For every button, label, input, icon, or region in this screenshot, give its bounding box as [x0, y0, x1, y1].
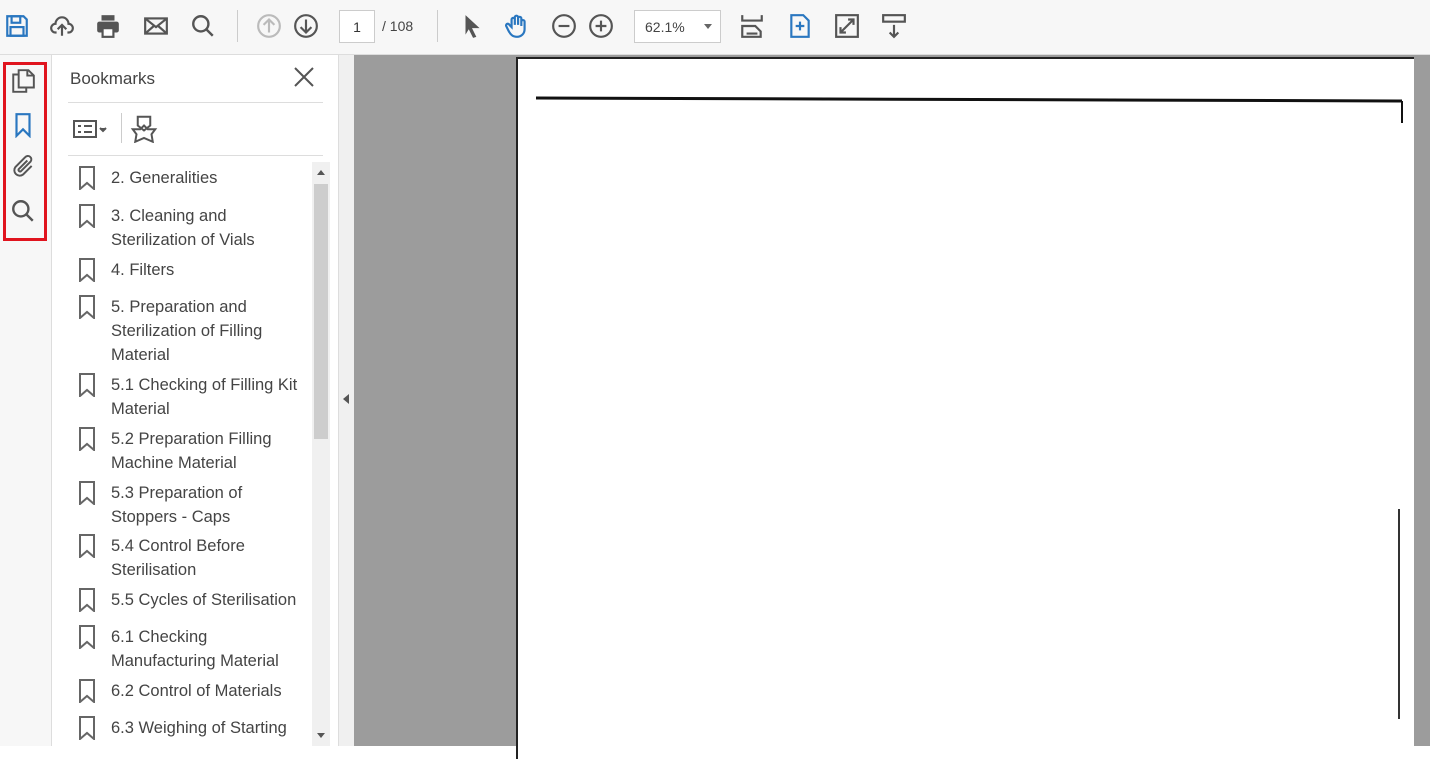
bookmark-label: 5.5 Cycles of Sterilisation	[111, 591, 297, 609]
bookmark-label: 5.1 Checking of Filling Kit Material	[111, 376, 298, 418]
bookmark-icon	[79, 588, 95, 612]
divider	[68, 155, 323, 156]
bookmark-item[interactable]: 5.4 Control Before Sterilisation	[78, 534, 308, 582]
bookmark-label: 5. Preparation and Sterilization of Fill…	[111, 298, 263, 364]
save-icon[interactable]	[2, 10, 32, 42]
bookmark-icon	[79, 427, 95, 451]
bookmarks-panel: Bookmarks 2. Generalities 3. Cleaning and…	[52, 55, 338, 746]
zoom-in-icon[interactable]	[586, 10, 616, 42]
bookmark-item[interactable]: 2. Generalities	[78, 166, 308, 190]
pdf-page	[516, 57, 1414, 759]
collapse-arrow-icon[interactable]	[343, 394, 349, 404]
bookmark-icon	[79, 481, 95, 505]
bookmark-label: 5.4 Control Before Sterilisation	[111, 537, 245, 579]
bookmark-label: 5.3 Preparation of Stoppers - Caps	[111, 484, 243, 526]
zoom-out-icon[interactable]	[549, 10, 579, 42]
email-icon[interactable]	[141, 10, 171, 42]
bookmark-label: 6.1 Checking Manufacturing Material	[111, 628, 279, 670]
bookmark-item[interactable]: 5.5 Cycles of Sterilisation	[78, 588, 308, 612]
full-screen-icon[interactable]	[832, 10, 862, 42]
bookmark-item[interactable]: 5.1 Checking of Filling Kit Material	[78, 373, 308, 421]
page-rule	[1401, 101, 1403, 123]
toolbar: 1 / 108 62.1%	[0, 0, 1430, 55]
document-view[interactable]	[354, 55, 1430, 759]
bookmark-item[interactable]: 6.1 Checking Manufacturing Material	[78, 625, 308, 673]
bookmark-item[interactable]: 5.2 Preparation Filling Machine Material	[78, 427, 308, 475]
bookmark-icon	[79, 258, 95, 282]
bookmark-label: 2. Generalities	[111, 169, 218, 187]
bookmark-item[interactable]: 6.2 Control of Materials	[78, 679, 308, 703]
bookmark-icon	[79, 625, 95, 649]
panel-title: Bookmarks	[70, 69, 156, 88]
chevron-down-icon	[704, 24, 712, 33]
previous-page-icon[interactable]	[254, 10, 284, 42]
close-icon[interactable]	[292, 65, 316, 89]
bookmark-icon	[79, 166, 95, 190]
bookmark-item[interactable]: 5.3 Preparation of Stoppers - Caps	[78, 481, 308, 529]
bookmark-label: 6.2 Control of Materials	[111, 682, 282, 700]
bookmark-item[interactable]: 4. Filters	[78, 258, 308, 282]
bookmark-item[interactable]: 5. Preparation and Sterilization of Fill…	[78, 295, 308, 367]
bookmark-icon	[79, 295, 95, 319]
bookmark-label: 6.3 Weighing of Starting	[111, 719, 287, 737]
divider	[237, 10, 238, 42]
page-rule	[535, 96, 1403, 103]
bookmark-item[interactable]: 3. Cleaning and Sterilization of Vials	[78, 204, 308, 252]
bookmark-label: 4. Filters	[111, 261, 175, 279]
upload-cloud-icon[interactable]	[47, 10, 77, 42]
print-icon[interactable]	[93, 10, 123, 42]
fit-page-icon[interactable]	[785, 10, 815, 42]
bookmark-icon	[79, 716, 95, 740]
select-cursor-icon[interactable]	[457, 10, 487, 42]
scroll-up-icon[interactable]	[317, 170, 325, 175]
read-mode-icon[interactable]	[879, 10, 909, 42]
zoom-select[interactable]: 62.1%	[634, 10, 721, 43]
fit-width-icon[interactable]	[737, 10, 767, 42]
highlight-box	[3, 62, 47, 241]
zoom-value: 62.1%	[645, 19, 685, 35]
bookmark-label: 5.2 Preparation Filling Machine Material	[111, 430, 272, 472]
page-number-input[interactable]: 1	[339, 10, 375, 43]
new-bookmark-icon[interactable]	[128, 113, 160, 143]
scrollbar-thumb[interactable]	[314, 184, 328, 439]
bookmark-icon	[79, 204, 95, 228]
bookmark-icon	[79, 679, 95, 703]
scroll-down-icon[interactable]	[317, 733, 325, 738]
panel-collapse-strip[interactable]	[338, 55, 355, 746]
divider	[121, 113, 122, 143]
page-rule	[1398, 509, 1400, 719]
page-total: / 108	[382, 18, 414, 34]
divider	[68, 102, 323, 103]
bookmark-item[interactable]: 6.3 Weighing of Starting	[78, 716, 308, 740]
next-page-icon[interactable]	[291, 10, 321, 42]
scrollbar[interactable]	[312, 162, 330, 746]
hand-tool-icon[interactable]	[502, 10, 532, 42]
options-menu-icon[interactable]	[72, 117, 108, 141]
bookmark-label: 3. Cleaning and Sterilization of Vials	[111, 207, 255, 249]
divider	[437, 10, 438, 42]
bookmark-icon	[79, 373, 95, 397]
search-icon[interactable]	[188, 10, 218, 42]
bookmark-icon	[79, 534, 95, 558]
